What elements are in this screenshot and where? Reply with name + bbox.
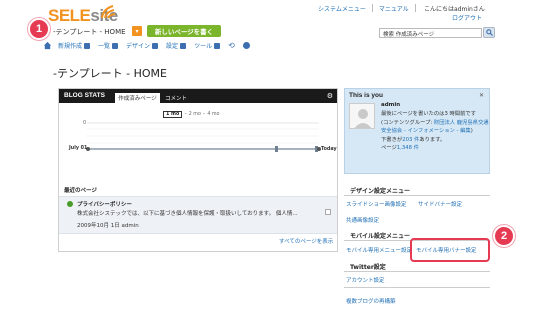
logout-link[interactable]: ログアウト xyxy=(452,13,482,22)
menu-design-label: デザイン xyxy=(126,43,151,50)
range-sep: – xyxy=(202,112,206,117)
stats-header: BLOG STATS 作成済みページ コメント ⚙ xyxy=(59,89,337,103)
mobile-menu-heading: モバイル設定メニュー xyxy=(350,233,411,240)
y-tick-zero: 0 xyxy=(83,121,87,126)
twitter-menu-heading: Twitter設定 xyxy=(350,264,386,271)
recent-page-title[interactable]: プライバシーポリシー xyxy=(77,200,132,208)
this-is-you-panel: This is you ✕ admin 最後にページを書いたのは3 時間前です … xyxy=(344,88,490,174)
range-2mo[interactable]: 2 mo xyxy=(189,112,201,117)
chevron-down-icon[interactable] xyxy=(152,42,159,49)
drafts-link[interactable]: 203 件 xyxy=(402,137,419,143)
divider xyxy=(371,4,373,12)
avatar-silhouette-icon xyxy=(354,109,372,128)
divider xyxy=(344,271,490,272)
you-pages: ページ1,348 件 xyxy=(381,144,489,153)
chevron-down-icon[interactable] xyxy=(180,42,187,49)
highlight-box xyxy=(410,238,490,262)
content-group-prefix: (コンテンツグループ: xyxy=(381,119,434,126)
callout-badge-1: 1 xyxy=(28,18,50,40)
tab-created-pages[interactable]: 作成済みページ xyxy=(115,93,160,103)
refresh-icon[interactable]: ⟲ xyxy=(228,41,235,50)
page-title: -テンプレート - HOME xyxy=(53,67,167,80)
design-menu-heading: デザイン設定メニュー xyxy=(350,188,411,195)
chevron-down-icon[interactable] xyxy=(214,42,221,49)
x-label-end: Today xyxy=(321,147,337,152)
view-all-pages-link[interactable]: すべてのページを表示 xyxy=(279,237,333,245)
new-page-button[interactable]: 新しいページを書く xyxy=(147,25,221,37)
slideshow-image-settings-link[interactable]: スライドショー画像設定 xyxy=(346,200,407,208)
item-checkbox[interactable] xyxy=(325,209,331,215)
search-icon xyxy=(485,29,493,36)
you-content-group: (コンテンツグループ: 財団法人 鹿児島県交通安全協会 - インフォメーション … xyxy=(381,119,489,136)
stats-title: BLOG STATS xyxy=(64,92,105,99)
you-drafts: 下書きが203 件あります。 xyxy=(381,136,489,145)
mobile-menu-settings-link[interactable]: モバイル専用メニュー設定 xyxy=(346,246,412,254)
divider xyxy=(414,4,416,12)
divider xyxy=(344,195,490,196)
tab-comments[interactable]: コメント xyxy=(165,94,187,102)
search-button[interactable] xyxy=(483,27,495,38)
menu-new[interactable]: 新規作成 xyxy=(58,41,91,50)
avatar[interactable] xyxy=(349,103,375,129)
drafts-suffix: あります。 xyxy=(419,136,446,143)
top-utility-nav: システムメニュー マニュアル xyxy=(318,4,416,13)
range-selector: 1 mo – 2 mo – 4 mo xyxy=(163,111,220,118)
gear-icon[interactable]: ⚙ xyxy=(327,92,333,100)
x-label-start: July 01 xyxy=(69,146,88,151)
blog-stats-panel: BLOG STATS 作成済みページ コメント ⚙ 1 mo – 2 mo – … xyxy=(58,88,338,252)
menu-list[interactable]: 一覧 xyxy=(98,41,119,50)
menu-new-label: 新規作成 xyxy=(58,43,83,50)
you-username: admin xyxy=(381,102,401,108)
recent-pages-heading: 最近のページ xyxy=(64,188,97,194)
main-menu-bar: 新規作成 一覧 デザイン 設定 ツール ⟲ xyxy=(58,41,258,50)
common-image-settings-link[interactable]: 共通画像設定 xyxy=(346,216,379,224)
home-icon[interactable] xyxy=(43,41,52,50)
drafts-prefix: 下書きが xyxy=(381,136,403,143)
you-title: This is you xyxy=(349,92,383,99)
chart-handle-left[interactable] xyxy=(275,146,278,152)
greeting-text: こんにちはadminさん xyxy=(424,6,485,13)
chevron-down-icon[interactable] xyxy=(112,42,119,49)
manual-link[interactable]: マニュアル xyxy=(379,4,409,13)
help-icon[interactable] xyxy=(242,42,250,49)
menu-settings[interactable]: 設定 xyxy=(166,41,187,50)
side-banner-settings-link[interactable]: サイドバナー設定 xyxy=(418,200,462,208)
range-4mo[interactable]: 4 mo xyxy=(207,112,219,117)
pages-prefix: ページ xyxy=(381,145,397,151)
range-1mo[interactable]: 1 mo xyxy=(163,111,183,118)
close-icon[interactable]: ✕ xyxy=(479,92,484,99)
recent-page-item[interactable]: プライバシーポリシー 株式会社システックでは、以下に基づき個人情報を保護・取扱い… xyxy=(59,196,337,234)
logo-arcs-icon xyxy=(101,5,116,19)
callout-badge-2: 2 xyxy=(493,225,515,247)
stats-chart xyxy=(86,122,321,152)
you-summary: 最後にページを書いたのは3 時間前です (コンテンツグループ: 財団法人 鹿児島… xyxy=(381,110,489,153)
published-status-icon xyxy=(67,201,73,207)
range-sep: – xyxy=(184,112,187,117)
account-settings-link[interactable]: アカウント設定 xyxy=(346,276,385,284)
content-group-suffix: ) xyxy=(470,128,473,134)
recent-page-date: 2009年10月 1日 admin xyxy=(77,223,139,229)
menu-list-label: 一覧 xyxy=(98,43,111,50)
divider xyxy=(344,287,490,288)
system-menu-link[interactable]: システムメニュー xyxy=(318,4,366,13)
pages-link[interactable]: 1,348 件 xyxy=(397,145,419,151)
search-input[interactable]: 検索 作成済みページ xyxy=(379,28,482,38)
menu-tools-label: ツール xyxy=(194,43,213,50)
chevron-down-icon[interactable] xyxy=(84,42,91,49)
you-last-post: 最後にページを書いたのは3 時間前です xyxy=(381,111,476,117)
menu-tools[interactable]: ツール xyxy=(194,41,221,50)
logo-sele: SELE xyxy=(48,6,91,25)
menu-design[interactable]: デザイン xyxy=(126,41,159,50)
blog-title[interactable]: -テンプレート - HOME xyxy=(53,27,126,37)
blog-switch-dropdown-icon[interactable]: ▾ xyxy=(132,26,142,36)
rebuild-multi-blog-link[interactable]: 複数ブログの再構築 xyxy=(346,297,396,305)
recent-page-excerpt: 株式会社システックでは、以下に基づき個人情報を保護・取扱いしております。 個人情… xyxy=(77,211,298,217)
menu-settings-label: 設定 xyxy=(166,43,179,50)
